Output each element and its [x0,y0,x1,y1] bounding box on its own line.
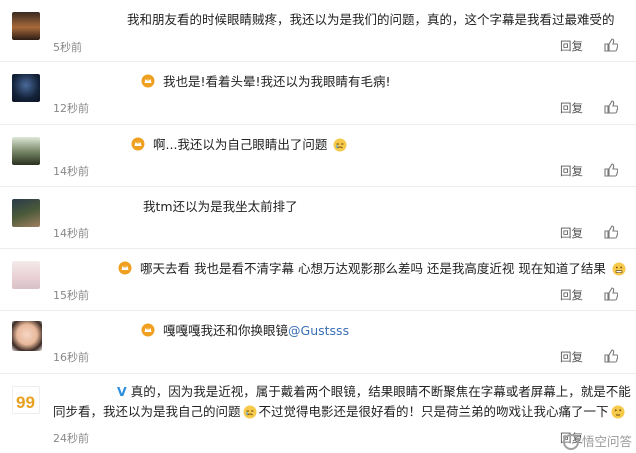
grimace-emoji-icon [612,262,626,276]
crown-badge-icon [118,261,132,275]
comment-item: 哪天去看 我也是看不清字幕 心想万达观影那么差吗 还是我高度近视 现在知道了结果… [0,249,636,311]
avatar[interactable] [12,199,40,227]
comment-text: 我和朋友看的时候眼睛贼疼，我还以为是我们的问题，真的，这个字幕是我看过最难受的 [127,12,615,27]
comment-time: 14秒前 [53,227,89,240]
reply-button[interactable]: 回复 [560,225,583,241]
comment-time: 24秒前 [53,432,89,445]
comment-text: 我tm还以为是我坐太前排了 [143,199,298,214]
comment-text: 同步看，我还以为是我自己的问题 不过觉得电影还是很好看的！只是荷兰弟的吻戏让我心痛… [53,402,627,422]
comment-text-content: 嘎嘎嘎我还和你换眼镜 [163,323,289,338]
avatar[interactable]: 99 [12,386,40,414]
reply-button[interactable]: 回复 [560,287,583,303]
user-mention-link[interactable]: @Gustsss [288,323,349,338]
verified-v-badge: V [117,384,127,399]
comment-text-content: 啊...我还以为自己眼睛出了问题 [153,137,328,152]
crown-badge-icon [141,323,155,337]
crying-emoji-icon [243,405,257,419]
reply-button[interactable]: 回复 [560,349,583,365]
comment-time: 12秒前 [53,102,89,115]
avatar[interactable] [12,74,40,102]
comment-text-line1: 真的，因为我是近视，属于戴着两个眼镜，结果眼睛不断聚焦在字幕或者屏幕上，就是不能 [130,384,631,399]
comment-item: 嘎嘎嘎我还和你换眼镜@Gustsss 16秒前 回复 [0,311,636,374]
watermark: 悟空问答 [562,431,632,450]
comment-time: 16秒前 [53,351,89,364]
avatar-99-icon: 99 [16,393,35,412]
thumbs-up-icon[interactable] [604,38,618,52]
comment-text-content: 我也是!看着头晕!我还以为我眼睛有毛病! [163,74,391,89]
thumbs-up-icon[interactable] [604,225,618,239]
watermark-text: 悟空问答 [581,434,632,449]
avatar[interactable] [12,12,40,40]
comment-item: 啊...我还以为自己眼睛出了问题 14秒前 回复 [0,125,636,187]
comment-item: 我tm还以为是我坐太前排了 14秒前 回复 [0,187,636,249]
thumbs-up-icon[interactable] [604,349,618,363]
comment-text: 嘎嘎嘎我还和你换眼镜@Gustsss [141,321,349,341]
avatar[interactable] [12,261,40,289]
thumbs-up-icon[interactable] [604,100,618,114]
comment-item: 我也是!看着头晕!我还以为我眼睛有毛病! 12秒前 回复 [0,62,636,125]
comment-text-content: 哪天去看 我也是看不清字幕 心想万达观影那么差吗 还是我高度近视 现在知道了结果 [140,261,606,276]
comment-text-line2a: 同步看，我还以为是我自己的问题 [53,404,241,419]
comment-time: 5秒前 [53,41,82,54]
comment-item: 我和朋友看的时候眼睛贼疼，我还以为是我们的问题，真的，这个字幕是我看过最难受的 … [0,0,636,62]
comment-text: V 真的，因为我是近视，属于戴着两个眼镜，结果眼睛不断聚焦在字幕或者屏幕上，就是不… [117,382,631,402]
crown-badge-icon [131,137,145,151]
thinking-emoji-icon [611,405,625,419]
avatar[interactable] [12,321,42,351]
crying-emoji-icon [333,138,347,152]
reply-button[interactable]: 回复 [560,163,583,179]
comment-time: 14秒前 [53,165,89,178]
comment-text-line2b: 不过觉得电影还是很好看的！只是荷兰弟的吻戏让我心痛了一下 [258,404,609,419]
comment-text: 啊...我还以为自己眼睛出了问题 [131,135,349,155]
wukong-logo-icon [562,434,579,450]
comment-time: 15秒前 [53,289,89,302]
comment-text: 哪天去看 我也是看不清字幕 心想万达观影那么差吗 还是我高度近视 现在知道了结果 [118,259,628,279]
thumbs-up-icon[interactable] [604,163,618,177]
crown-badge-icon [141,74,155,88]
svg-text:99: 99 [16,393,35,412]
reply-button[interactable]: 回复 [560,100,583,116]
comment-text: 我也是!看着头晕!我还以为我眼睛有毛病! [141,72,391,92]
comment-item: 99 V 真的，因为我是近视，属于戴着两个眼镜，结果眼睛不断聚焦在字幕或者屏幕上，… [0,374,636,453]
reply-button[interactable]: 回复 [560,38,583,54]
avatar[interactable] [12,137,40,165]
thumbs-up-icon[interactable] [604,287,618,301]
